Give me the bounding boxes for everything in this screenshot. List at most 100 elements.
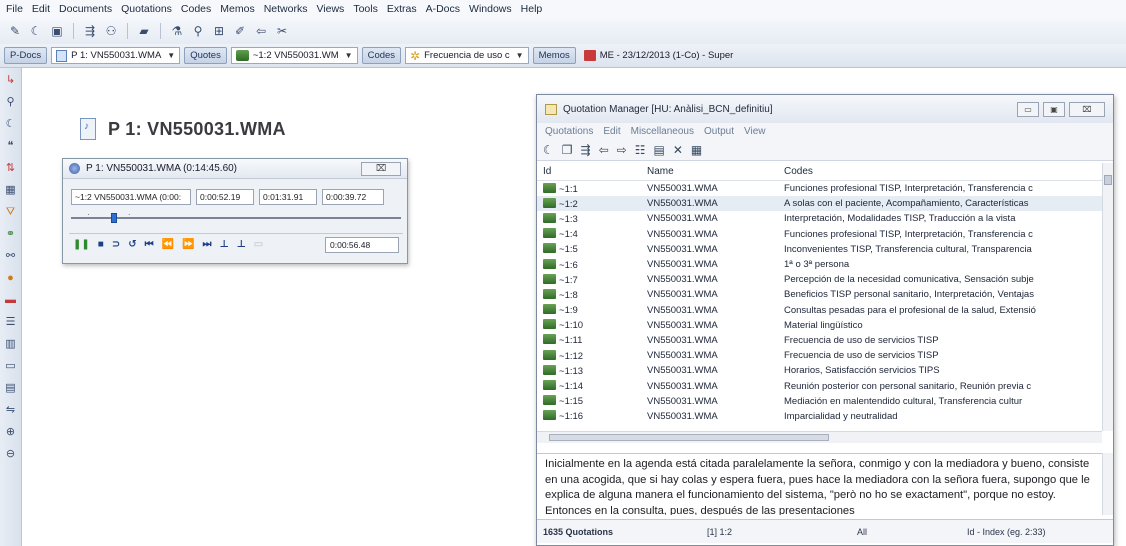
query-icon[interactable]: ⚗	[168, 22, 186, 40]
mark-start-icon[interactable]: ⊥	[220, 239, 229, 250]
sliders-icon[interactable]: ⇋	[6, 402, 15, 418]
table-row[interactable]: ~1:1 VN550031.WMA Funciones profesional TI…	[537, 181, 1113, 196]
code-in-vivo-icon[interactable]: ⚭	[6, 226, 15, 242]
table-row[interactable]: ~1:16 VN550031.WMA Imparcialidad y neutral…	[537, 409, 1113, 424]
menu-networks[interactable]: Networks	[264, 3, 308, 15]
list-icon[interactable]: ☷	[635, 143, 646, 157]
panel-icon[interactable]: ▤	[5, 380, 15, 396]
delete-icon[interactable]: ✕	[673, 143, 683, 157]
open-folder-icon[interactable]: ▰	[135, 22, 153, 40]
link-icon[interactable]: ⚯	[6, 248, 15, 264]
table-row[interactable]: ~1:7 VN550031.WMA Percepción de la necesid…	[537, 272, 1113, 287]
table-row[interactable]: ~1:13 VN550031.WMA Horarios, Satisfacción …	[537, 363, 1113, 378]
zoom-in-icon[interactable]: ⊕	[6, 424, 15, 440]
menu-a-docs[interactable]: A-Docs	[426, 3, 460, 15]
column-id[interactable]: Id	[537, 166, 647, 177]
tools-icon[interactable]: ✂	[273, 22, 291, 40]
table-row[interactable]: ~1:3 VN550031.WMA Interpretación, Modalida…	[537, 211, 1113, 226]
rewind-icon[interactable]: ⏪	[162, 239, 174, 250]
zoom-out-icon[interactable]: ⊖	[6, 446, 15, 462]
network-icon[interactable]: ⊞	[210, 22, 228, 40]
end-time-field[interactable]: 0:01:31.91	[259, 189, 317, 205]
menu-views[interactable]: Views	[316, 3, 344, 15]
table-row[interactable]: ~1:6 VN550031.WMA 1ª o 3ª persona	[537, 257, 1113, 272]
quote-field[interactable]: ~1:2 VN550031.WMA (0:00:	[71, 189, 191, 205]
close-button[interactable]: ⌧	[1069, 101, 1105, 117]
coding-icon[interactable]: ▦	[5, 182, 15, 198]
split-icon[interactable]: ☰	[6, 314, 16, 330]
player-title-bar[interactable]: P 1: VN550031.WMA (0:14:45.60) ⌧	[63, 159, 407, 179]
text-scrollbar[interactable]	[1102, 453, 1113, 515]
code-list-icon[interactable]: ⇅	[6, 160, 15, 176]
table-row[interactable]: ~1:11 VN550031.WMA Frecuencia de uso de se…	[537, 333, 1113, 348]
copy-icon[interactable]: ❐	[562, 143, 573, 157]
minimize-button[interactable]: ▭	[1017, 101, 1039, 117]
table-row[interactable]: ~1:8 VN550031.WMA Beneficios TISP personal…	[537, 287, 1113, 302]
table-row[interactable]: ~1:12 VN550031.WMA Frecuencia de uso de se…	[537, 348, 1113, 363]
table-row[interactable]: ~1:15 VN550031.WMA Mediación en malentendi…	[537, 394, 1113, 409]
funnel-icon[interactable]: ⛛	[6, 204, 15, 220]
output-icon[interactable]: ▤	[653, 143, 664, 157]
menu-windows[interactable]: Windows	[469, 3, 512, 15]
repeat-icon[interactable]: ↺	[128, 239, 136, 250]
position-slider[interactable]: · ·	[71, 210, 401, 223]
menu-documents[interactable]: Documents	[59, 3, 112, 15]
maximize-button[interactable]: ▣	[1043, 101, 1065, 117]
quote-mark-icon[interactable]: ❝	[8, 138, 14, 154]
back-arrow-icon[interactable]: ⇦	[599, 143, 609, 157]
memos-button[interactable]: Memos	[532, 47, 576, 64]
forward-arrow-icon[interactable]: ⇨	[617, 143, 627, 157]
table-row[interactable]: ~1:10 VN550031.WMA Material lingüístico	[537, 318, 1113, 333]
qm-menu-miscellaneous[interactable]: Miscellaneous	[631, 126, 694, 137]
codes-dropdown[interactable]: ✲ Frecuencia de uso c ▼	[405, 47, 529, 64]
codes-button[interactable]: Codes	[361, 47, 402, 64]
table-row[interactable]: ~1:9 VN550031.WMA Consultas pesadas para e…	[537, 303, 1113, 318]
menu-memos[interactable]: Memos	[220, 3, 254, 15]
pdocs-dropdown[interactable]: P 1: VN550031.WMA ▼	[51, 47, 181, 64]
circle-icon[interactable]: ●	[7, 270, 14, 286]
speech-icon[interactable]: ☾	[543, 143, 554, 157]
qm-title-bar[interactable]: Quotation Manager [HU: Anàlisi_BCN_defin…	[537, 95, 1113, 123]
grid-icon[interactable]: ▦	[691, 143, 702, 157]
quote-icon[interactable]: ☾	[6, 116, 16, 132]
menu-codes[interactable]: Codes	[181, 3, 211, 15]
horizontal-scrollbar[interactable]	[537, 431, 1102, 443]
menu-extras[interactable]: Extras	[387, 3, 417, 15]
table-row[interactable]: ~1:2 VN550031.WMA A solas con el paciente,…	[537, 196, 1113, 212]
fast-forward-icon[interactable]: ⏩	[182, 239, 194, 250]
zoom-icon[interactable]: ⚲	[6, 94, 14, 110]
qm-menu-view[interactable]: View	[744, 126, 766, 137]
current-time-field[interactable]: 0:00:56.48	[325, 236, 399, 253]
menu-edit[interactable]: Edit	[32, 3, 50, 15]
stop-icon[interactable]: ■	[98, 239, 104, 250]
table-row[interactable]: ~1:5 VN550031.WMA Inconvenientes TISP, Tra…	[537, 242, 1113, 257]
columns-icon[interactable]: ▥	[5, 336, 15, 352]
skip-start-icon[interactable]: ⏮	[145, 239, 154, 250]
quotes-dropdown[interactable]: ~1:2 VN550031.WM ▼	[230, 47, 358, 64]
pause-icon[interactable]: ❚❚	[73, 239, 90, 250]
slider-thumb[interactable]	[111, 213, 117, 223]
assign-icon[interactable]: ⇶	[81, 22, 99, 40]
menu-file[interactable]: File	[6, 3, 23, 15]
binoculars-icon[interactable]: ⚇	[102, 22, 120, 40]
assign-quote-icon[interactable]: ▭	[254, 239, 263, 250]
memo-side-icon[interactable]: ▬	[5, 292, 16, 308]
new-icon[interactable]: ✎	[6, 22, 24, 40]
save-icon[interactable]: ▣	[48, 22, 66, 40]
qm-menu-edit[interactable]: Edit	[603, 126, 620, 137]
qm-menu-quotations[interactable]: Quotations	[545, 126, 593, 137]
column-codes[interactable]: Codes	[784, 166, 1102, 177]
menu-help[interactable]: Help	[521, 3, 543, 15]
loop-icon[interactable]: ⊃	[112, 239, 120, 250]
tree-icon[interactable]: ⇶	[581, 143, 591, 157]
menu-tools[interactable]: Tools	[353, 3, 378, 15]
window-icon[interactable]: ▭	[5, 358, 15, 374]
arrow-icon[interactable]: ⇦	[252, 22, 270, 40]
pen-icon[interactable]: ✐	[231, 22, 249, 40]
table-row[interactable]: ~1:4 VN550031.WMA Funciones profesional TI…	[537, 227, 1113, 242]
margin-icon[interactable]: ↳	[6, 72, 15, 88]
table-row[interactable]: ~1:14 VN550031.WMA Reunión posterior con p…	[537, 378, 1113, 393]
start-time-field[interactable]: 0:00:52.19	[196, 189, 254, 205]
duration-field[interactable]: 0:00:39.72	[322, 189, 384, 205]
mark-end-icon[interactable]: ⊥	[237, 239, 246, 250]
